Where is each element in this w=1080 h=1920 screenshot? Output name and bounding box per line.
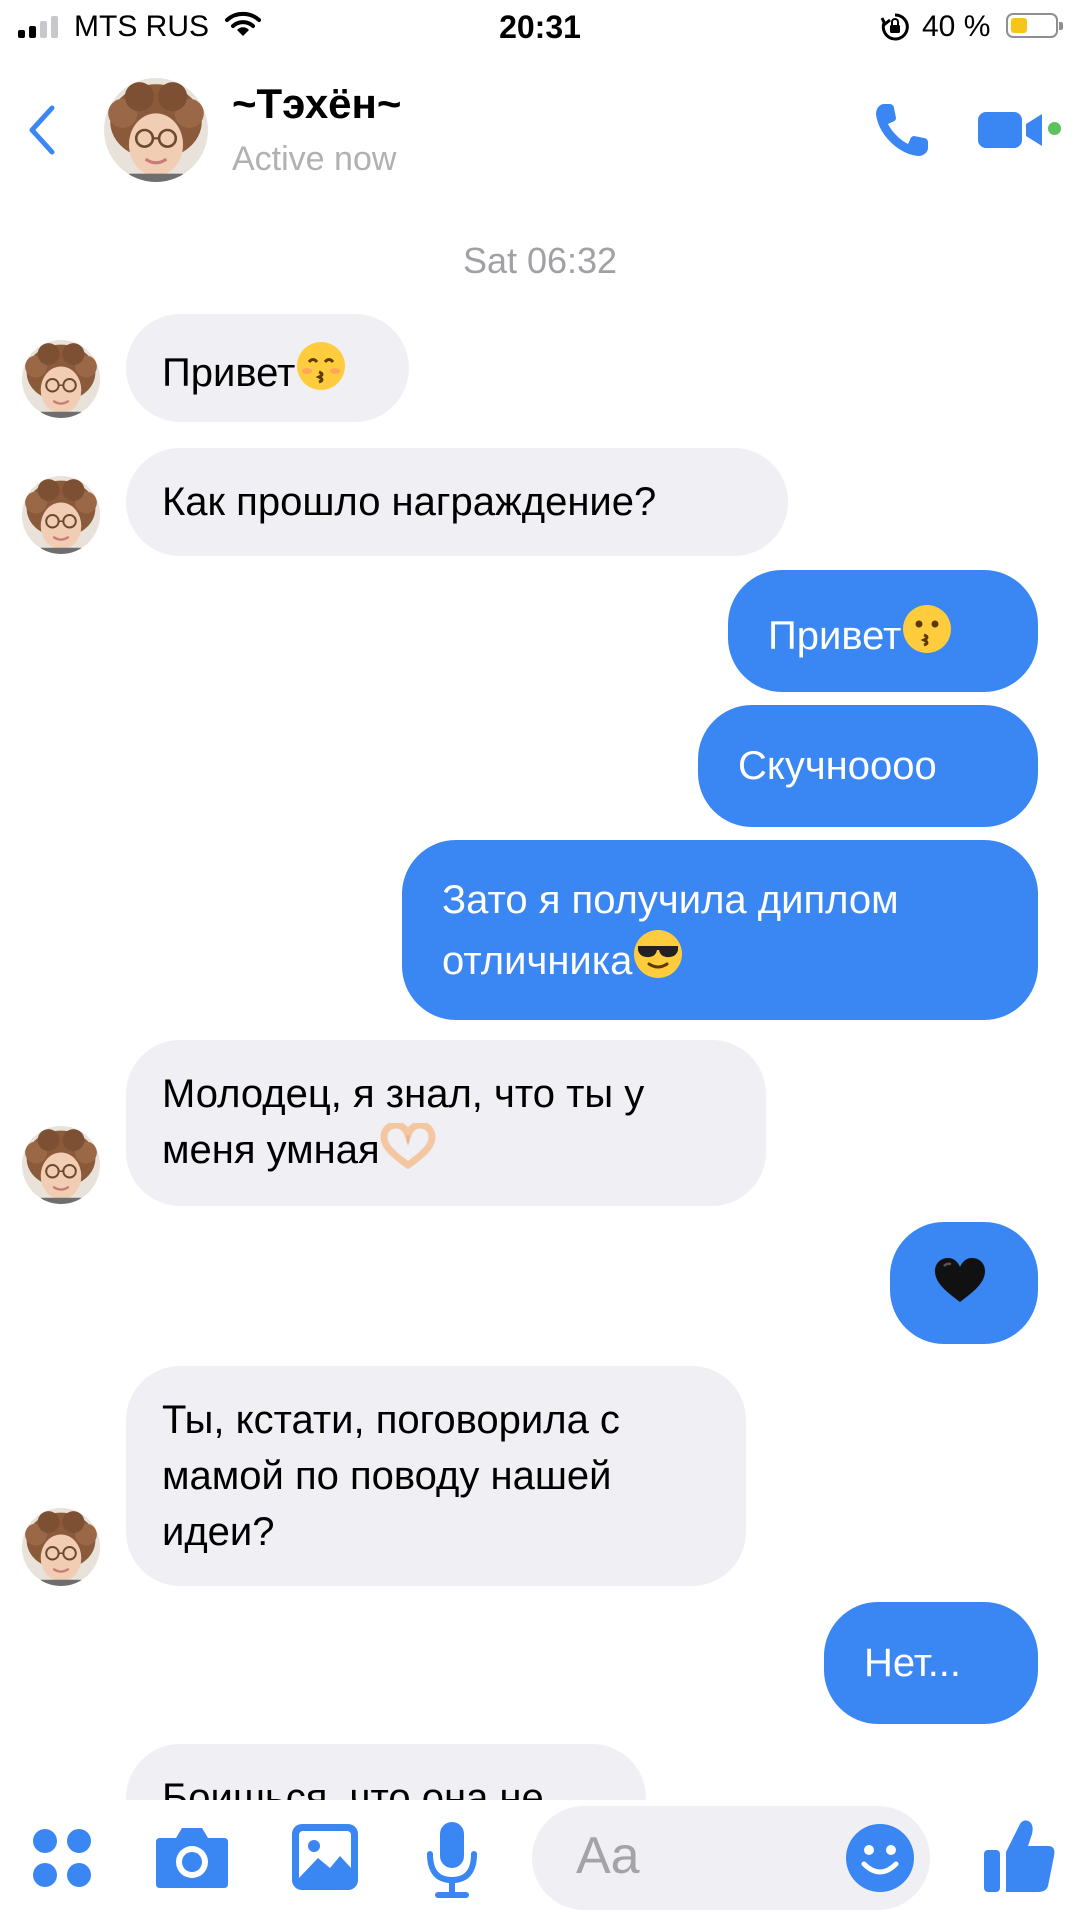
message-bubble[interactable]: Боишься, что она не [126, 1744, 646, 1800]
microphone-icon[interactable] [424, 1820, 480, 1900]
outgoing-message: Скучноооо [698, 705, 1038, 827]
outgoing-message: Нет... [824, 1602, 1038, 1724]
clock: 20:31 [499, 9, 581, 45]
message-text: Привет [162, 351, 296, 395]
incoming-message: Боишься, что она не [126, 1744, 646, 1800]
emoji-picker-icon[interactable] [844, 1822, 916, 1894]
message-text: Боишься, что она не [162, 1776, 544, 1800]
back-chevron-icon[interactable] [22, 100, 62, 160]
message-input[interactable]: Aa [532, 1806, 930, 1910]
sender-avatar[interactable] [22, 1508, 100, 1586]
message-bubble[interactable]: Нет... [824, 1602, 1038, 1724]
sender-avatar[interactable] [22, 476, 100, 554]
message-text: Привет [768, 614, 902, 658]
message-bubble[interactable]: Привет [728, 570, 1038, 692]
message-bubble[interactable]: Зато я получила диплом отличника [402, 840, 1038, 1020]
battery-percent: 40 % [922, 10, 991, 43]
camera-icon[interactable] [154, 1824, 230, 1890]
incoming-message: Ты, кстати, поговорила с мамой по поводу… [126, 1366, 746, 1586]
message-text: Ты, кстати, поговорила с мамой по поводу… [162, 1398, 620, 1554]
gallery-icon[interactable] [290, 1822, 360, 1892]
message-bubble[interactable]: Привет [126, 314, 409, 422]
orientation-lock-icon [880, 13, 909, 41]
outgoing-message: Зато я получила диплом отличника [402, 840, 1038, 1020]
message-bubble[interactable]: Молодец, я знал, что ты у меня умная [126, 1040, 766, 1206]
outgoing-message: Привет [728, 570, 1038, 692]
message-text: Скучноооо [738, 744, 937, 788]
message-bubble[interactable] [890, 1222, 1038, 1344]
video-call-icon[interactable] [976, 102, 1046, 158]
phone-call-icon[interactable] [870, 98, 934, 162]
more-actions-icon[interactable] [30, 1826, 94, 1890]
conversation-timestamp: Sat 06:32 [462, 240, 618, 281]
message-composer: Aa [0, 1800, 1080, 1920]
incoming-message: Молодец, я знал, что ты у меня умная [126, 1040, 766, 1206]
message-bubble[interactable]: Как прошло награждение? [126, 448, 788, 556]
message-text: Нет... [864, 1641, 962, 1685]
kissing-smiling-eyes-emoji-icon [297, 342, 346, 390]
message-input-placeholder: Aa [576, 1827, 640, 1885]
sender-avatar[interactable] [22, 340, 100, 418]
incoming-message: Как прошло награждение? [126, 448, 788, 556]
chat-header: ~Тэхён~ Active now [0, 56, 1080, 206]
heart-hands-emoji-icon [380, 1123, 436, 1169]
message-text: Как прошло награждение? [162, 480, 657, 524]
contact-name[interactable]: ~Тэхён~ [232, 80, 401, 128]
outgoing-message [890, 1222, 1038, 1344]
message-bubble[interactable]: Ты, кстати, поговорила с мамой по поводу… [126, 1366, 746, 1586]
kissing-face-emoji-icon [903, 605, 952, 653]
active-status: Active now [232, 140, 397, 178]
message-bubble[interactable]: Скучноооо [698, 705, 1038, 827]
black-heart-emoji-icon [935, 1258, 985, 1302]
incoming-message: Привет [126, 314, 409, 422]
sunglasses-emoji-icon [634, 930, 683, 978]
battery-icon [1006, 13, 1063, 38]
sender-avatar[interactable] [22, 1126, 100, 1204]
online-indicator [1048, 122, 1061, 135]
status-bar: MTS RUS 20:31 40 % [0, 0, 1080, 56]
contact-avatar[interactable] [104, 78, 208, 182]
thumbs-up-icon[interactable] [982, 1816, 1058, 1896]
